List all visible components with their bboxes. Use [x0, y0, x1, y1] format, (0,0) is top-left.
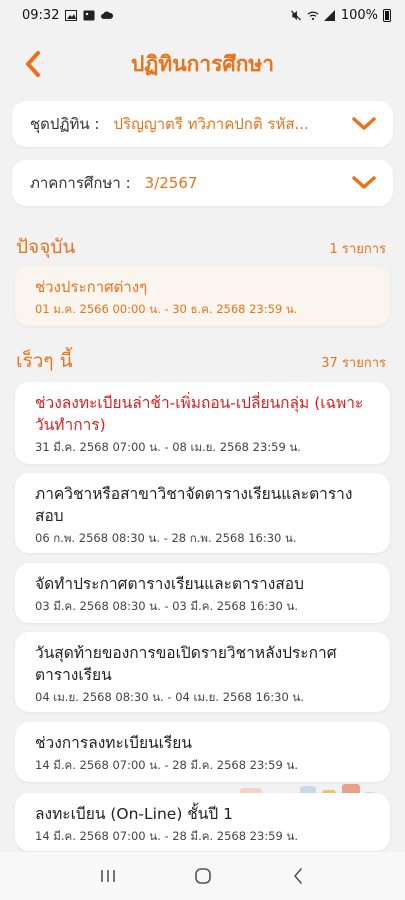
home-button[interactable] — [183, 856, 223, 896]
recent-section-count: 37 รายการ — [321, 356, 386, 371]
status-bar: 09:32 100% — [0, 0, 405, 30]
chevron-down-icon — [351, 114, 377, 134]
term-value: 3/2567 — [144, 174, 198, 192]
chevron-left-icon — [26, 51, 40, 77]
event-date: 03 มี.ค. 2568 08:30 น. - 03 มี.ค. 2568 1… — [35, 599, 298, 613]
term-selector[interactable]: ภาคการศึกษา : 3/2567 — [12, 160, 393, 206]
event-title: ช่วงลงทะเบียนล่าช้า-เพิ่มถอน-เปลี่ยนกลุ่… — [35, 394, 364, 434]
event-title: จัดทำประกาศตารางเรียนและตารางสอบ — [35, 575, 304, 593]
event-title: ช่วงการลงทะเบียนเรียน — [35, 734, 192, 752]
event-date: 14 มี.ค. 2568 07:00 น. - 28 มี.ค. 2568 2… — [35, 829, 298, 843]
current-section-title: ปัจจุบัน — [16, 236, 76, 258]
wifi-icon — [307, 11, 319, 20]
event-date: 31 มี.ค. 2568 07:00 น. - 08 เม.ย. 2568 2… — [35, 440, 301, 454]
recent-section-title: เร็วๆ นี้ — [16, 350, 73, 372]
back-arrow-icon — [293, 868, 302, 884]
battery-icon — [383, 8, 391, 22]
signal-icon — [323, 9, 335, 21]
battery-percent: 100% — [340, 7, 378, 23]
back-nav-button[interactable] — [278, 856, 318, 896]
image-icon — [83, 10, 95, 20]
page-title: ปฏิทินการศึกษา — [130, 51, 275, 76]
calendar-set-value: ปริญญาตรี ทวิภาคปกติ รหัส... — [113, 115, 309, 133]
back-button[interactable] — [18, 48, 48, 80]
calendar-set-selector[interactable]: ชุดปฏิทิน : ปริญญาตรี ทวิภาคปกติ รหัส... — [12, 101, 393, 147]
gallery-icon — [65, 9, 78, 21]
status-left: 09:32 — [22, 7, 114, 23]
status-time: 09:32 — [22, 7, 60, 23]
event-date: 14 มี.ค. 2568 07:00 น. - 28 มี.ค. 2568 2… — [35, 758, 298, 772]
cloud-icon — [101, 11, 114, 19]
event-date: 04 เม.ย. 2568 08:30 น. - 04 เม.ย. 2568 1… — [35, 690, 304, 704]
home-icon — [194, 868, 211, 884]
chevron-down-icon — [351, 173, 377, 193]
event-date: 01 ม.ค. 2566 00:00 น. - 30 ธ.ค. 2568 23:… — [35, 302, 298, 316]
event-title: ภาควิชาหรือสาขาวิชาจัดตารางเรียนและตาราง… — [35, 485, 353, 525]
current-section-header: ปัจจุบัน 1 รายการ — [16, 232, 386, 262]
event-title: ลงทะเบียน (On-Line) ชั้นปี 1 — [35, 805, 234, 823]
current-section-count: 1 รายการ — [329, 242, 386, 257]
current-event-card[interactable]: ช่วงประกาศต่างๆ 01 ม.ค. 2566 00:00 น. - … — [15, 266, 390, 326]
event-card[interactable]: จัดทำประกาศตารางเรียนและตารางสอบ 03 มี.ค… — [15, 563, 390, 623]
recent-section-header: เร็วๆ นี้ 37 รายการ — [16, 346, 386, 376]
event-card[interactable]: ช่วงการลงทะเบียนเรียน 14 มี.ค. 2568 07:0… — [15, 722, 390, 782]
recent-apps-button[interactable] — [88, 856, 128, 896]
event-card[interactable]: ภาควิชาหรือสาขาวิชาจัดตารางเรียนและตาราง… — [15, 473, 390, 553]
system-navigation-bar — [0, 852, 405, 900]
calendar-set-label: ชุดปฏิทิน : — [30, 115, 100, 133]
mute-icon — [290, 9, 301, 21]
event-title: ช่วงประกาศต่างๆ — [35, 278, 148, 296]
term-label: ภาคการศึกษา : — [30, 174, 131, 192]
event-card[interactable]: ช่วงลงทะเบียนล่าช้า-เพิ่มถอน-เปลี่ยนกลุ่… — [15, 382, 390, 464]
recent-apps-icon — [100, 870, 115, 882]
event-card[interactable]: ลงทะเบียน (On-Line) ชั้นปี 1 14 มี.ค. 25… — [15, 793, 390, 851]
app-header: ปฏิทินการศึกษา — [0, 30, 405, 98]
event-title: วันสุดท้ายของการขอเปิดรายวิชาหลังประกาศต… — [35, 644, 337, 684]
event-date: 06 ก.พ. 2568 08:30 น. - 28 ก.พ. 2568 16:… — [35, 531, 297, 545]
status-right: 100% — [290, 8, 391, 23]
event-card[interactable]: วันสุดท้ายของการขอเปิดรายวิชาหลังประกาศต… — [15, 632, 390, 712]
